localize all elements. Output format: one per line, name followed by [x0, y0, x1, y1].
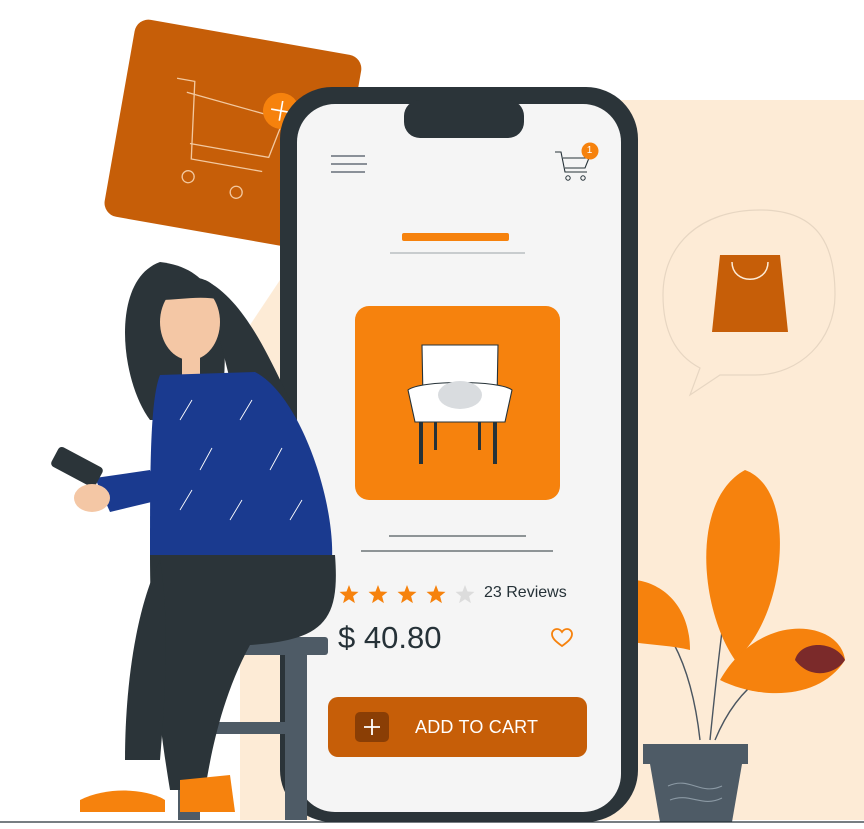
woman-shoe — [80, 790, 165, 812]
phone-notch — [404, 100, 524, 138]
reviews-count[interactable]: 23 Reviews — [484, 584, 567, 602]
heart-icon[interactable] — [551, 628, 573, 648]
plus-icon — [355, 712, 389, 742]
add-to-cart-label: ADD TO CART — [415, 717, 539, 737]
woman-shoe — [180, 775, 235, 812]
cart-badge-count: 1 — [586, 145, 593, 156]
background-panel — [600, 100, 864, 820]
plant-pot-rim — [643, 744, 748, 764]
shopping-bag-icon — [712, 255, 788, 332]
hand-phone — [51, 446, 103, 488]
hamburger-menu-icon[interactable] — [329, 152, 369, 176]
title-bar — [402, 233, 509, 241]
plant-pot — [650, 764, 742, 822]
product-price: $ 40.80 — [338, 620, 442, 655]
add-to-cart-button[interactable]: ADD TO CART — [328, 697, 587, 757]
